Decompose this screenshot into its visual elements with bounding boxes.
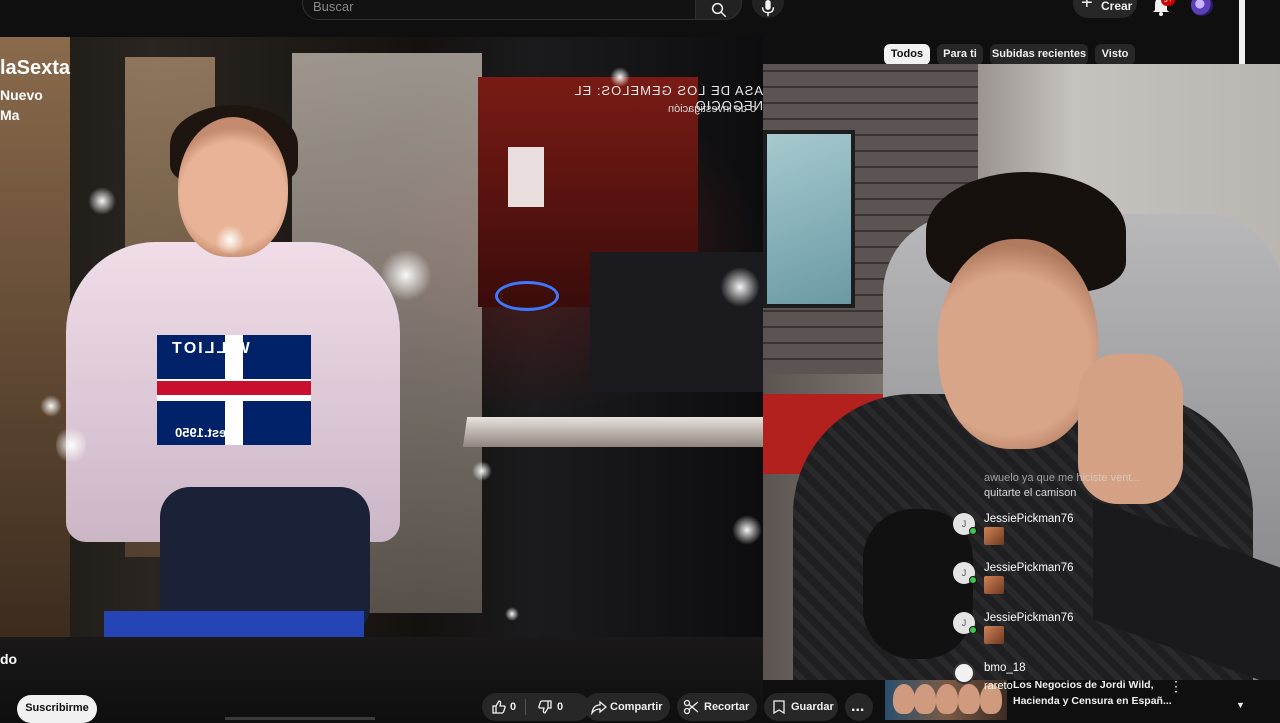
share-label: Compartir [610,701,663,713]
chat-username: JessiePickman76 [984,612,1074,624]
right-edge [1245,0,1280,64]
clip-button[interactable]: Recortar [677,693,757,721]
thumbnail-face [958,684,980,714]
chip-subidas-recientes[interactable]: Subidas recientes [990,44,1088,65]
emote-icon [984,576,1004,594]
sparkle [505,607,519,621]
sparkle [472,461,492,481]
thumbnail-face [936,684,958,714]
dislike-icon[interactable] [537,699,553,715]
first-aid-cross [508,147,544,207]
chat-username: JessiePickman76 [984,562,1074,574]
share-button[interactable]: Compartir [584,693,670,721]
webcam-overlay [763,64,1280,680]
sparkle [40,395,62,417]
queue-title-line1[interactable]: Los Negocios de Jordi Wild, [1013,679,1154,691]
chip-todos[interactable]: Todos [884,44,930,65]
video-scene-wall [0,37,70,637]
chat-username: bmo_18 [984,662,1026,674]
search-icon [711,2,727,18]
emote-icon [984,527,1004,545]
emote-icon [984,626,1004,644]
chat-username: JessiePickman76 [984,513,1074,525]
save-playlist-icon [773,700,785,715]
union-jack-cross [157,381,311,395]
queue-title-line2[interactable]: Hacienda y Censura en Españ... [1013,695,1172,707]
create-label: Crear [1101,0,1133,13]
search-input[interactable]: Buscar [313,0,353,14]
online-status-icon [969,626,977,634]
streamer-head [938,239,1098,449]
like-icon[interactable] [491,699,507,715]
like-count[interactable]: 0 [510,701,516,713]
scissors-icon [683,699,699,715]
thumbnail-face [893,684,915,714]
save-button[interactable]: Guardar [764,693,838,721]
video-scene-desk [462,417,763,447]
more-horizontal-icon: ... [851,698,865,715]
video-player[interactable]: ASA DE LOS GEMELOS: EL NEGOCIO o de inve… [0,37,763,637]
share-icon [591,700,607,715]
video-banner-subtext: o de investigación [668,103,757,115]
queue-more-icon[interactable]: ⋮ [1169,678,1183,695]
sparkle [720,267,760,307]
sweater-text-bottom: est.1950 [175,425,227,440]
video-title: do [0,651,18,667]
chip-visto[interactable]: Visto [1095,44,1135,65]
thumbnail-face [914,684,936,714]
channel-watermark-line2: Ma [0,107,20,123]
online-status-icon [969,527,977,535]
dropdown-arrow-icon[interactable]: ▼ [1236,700,1245,710]
like-divider [525,699,526,715]
chat-avatar [953,662,975,684]
chat-overlay-line1: awuelo ya que me hiciste vent... [984,472,1141,484]
sweater-text: WILLIOT [170,340,250,357]
chat-overlay: awuelo ya que me hiciste vent... quitart… [984,472,1184,502]
sparkle [610,67,630,87]
sparkle [732,515,762,545]
subscribe-button[interactable]: Suscribirme [17,695,97,723]
channel-watermark: laSexta [0,57,71,79]
like-dislike-group: 0 0 [482,693,590,721]
blue-chair [104,611,364,637]
dislike-count[interactable]: 0 [557,701,563,713]
sparkle [215,225,245,255]
sparkle [56,425,86,465]
chip-para-ti[interactable]: Para ti [937,44,983,65]
plus-icon: + [1081,0,1093,14]
chat-overlay-line2: quitarte el camison [984,487,1077,499]
background-monitor [763,130,855,308]
create-button[interactable]: + Crear [1073,0,1137,18]
search-box[interactable]: Buscar [302,0,696,20]
save-label: Guardar [791,701,834,713]
video-scene-blue-light [495,281,559,311]
chat-message-text: rareto [984,680,1013,692]
channel-watermark-line1: Nuevo [0,87,43,103]
clip-label: Recortar [704,701,750,713]
more-actions-button[interactable]: ... [845,693,873,721]
sparkle [88,187,116,215]
online-status-icon [969,576,977,584]
microphone-icon [761,0,775,17]
sparkle [380,249,432,301]
